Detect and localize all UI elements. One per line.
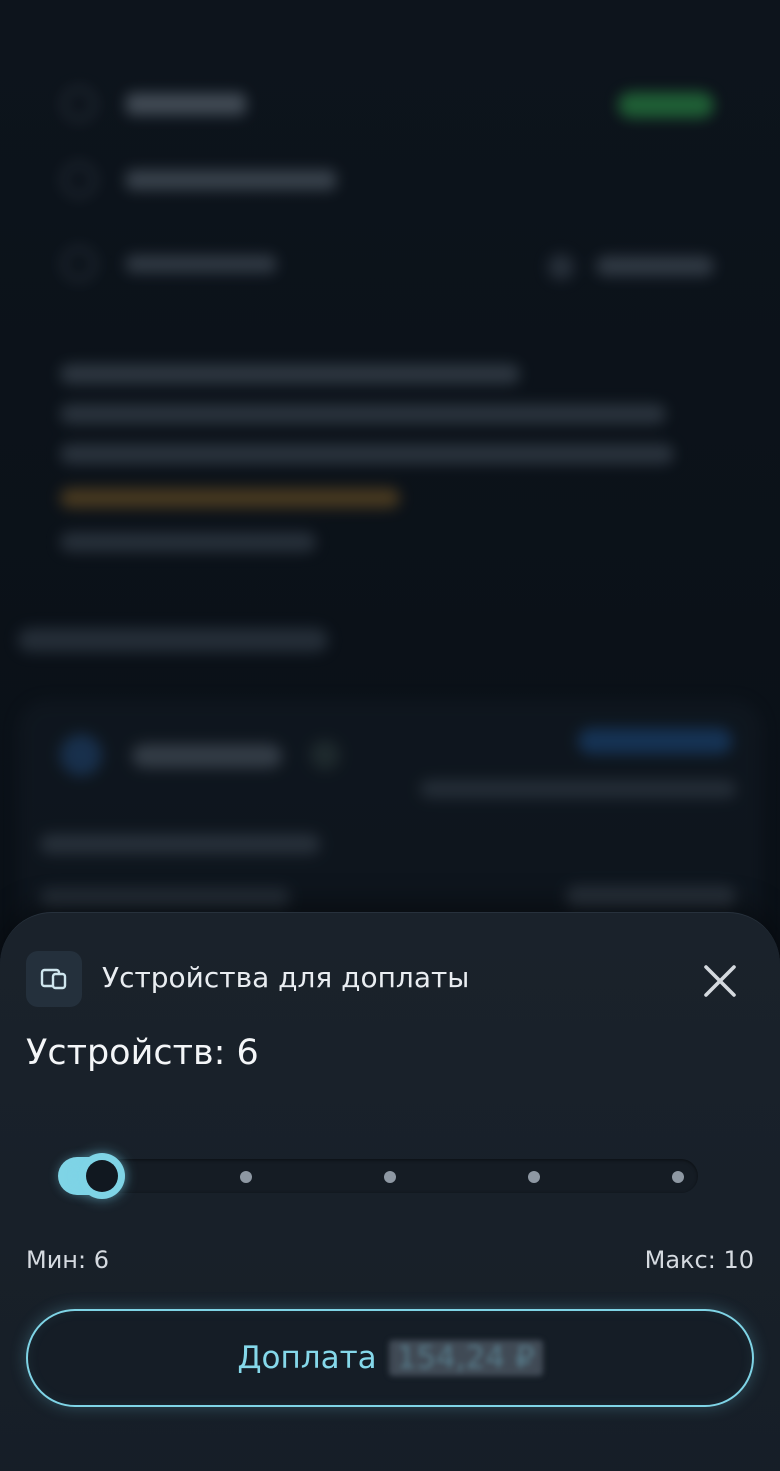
close-icon [704,965,736,997]
bg-circle-icon [62,87,96,121]
pay-button-label: Доплата [237,1340,377,1376]
max-label: Макс: 10 [644,1246,754,1274]
devices-icon-svg [40,968,67,990]
pay-amount-blurred: 154,24 ₽ [388,1340,543,1376]
min-label: Мин: 6 [26,1246,109,1274]
bg-row [62,160,336,200]
screen: Устройства для доплаты Устройств: 6 Мин:… [0,0,780,1471]
bg-circle-icon [62,163,96,197]
slider-thumb[interactable] [79,1153,125,1199]
close-button[interactable] [694,955,746,1007]
slider-stop-dot[interactable] [384,1171,396,1183]
device-count-slider[interactable] [58,1153,698,1199]
bg-row [62,244,276,284]
slider-stop-dot[interactable] [672,1171,684,1183]
sheet-title: Устройства для доплаты [102,961,470,994]
slider-track[interactable] [58,1159,698,1193]
device-upgrade-sheet: Устройства для доплаты Устройств: 6 Мин:… [0,912,780,1471]
pay-button[interactable]: Доплата 154,24 ₽ [26,1309,754,1407]
slider-stop-dot[interactable] [240,1171,252,1183]
bg-circle-icon [62,247,96,281]
devices-icon [26,951,82,1007]
slider-stop-dot[interactable] [528,1171,540,1183]
bg-row [62,84,246,124]
blurred-background [0,0,780,960]
bg-status-pill [618,92,714,118]
device-count-label: Устройств: 6 [26,1033,259,1073]
